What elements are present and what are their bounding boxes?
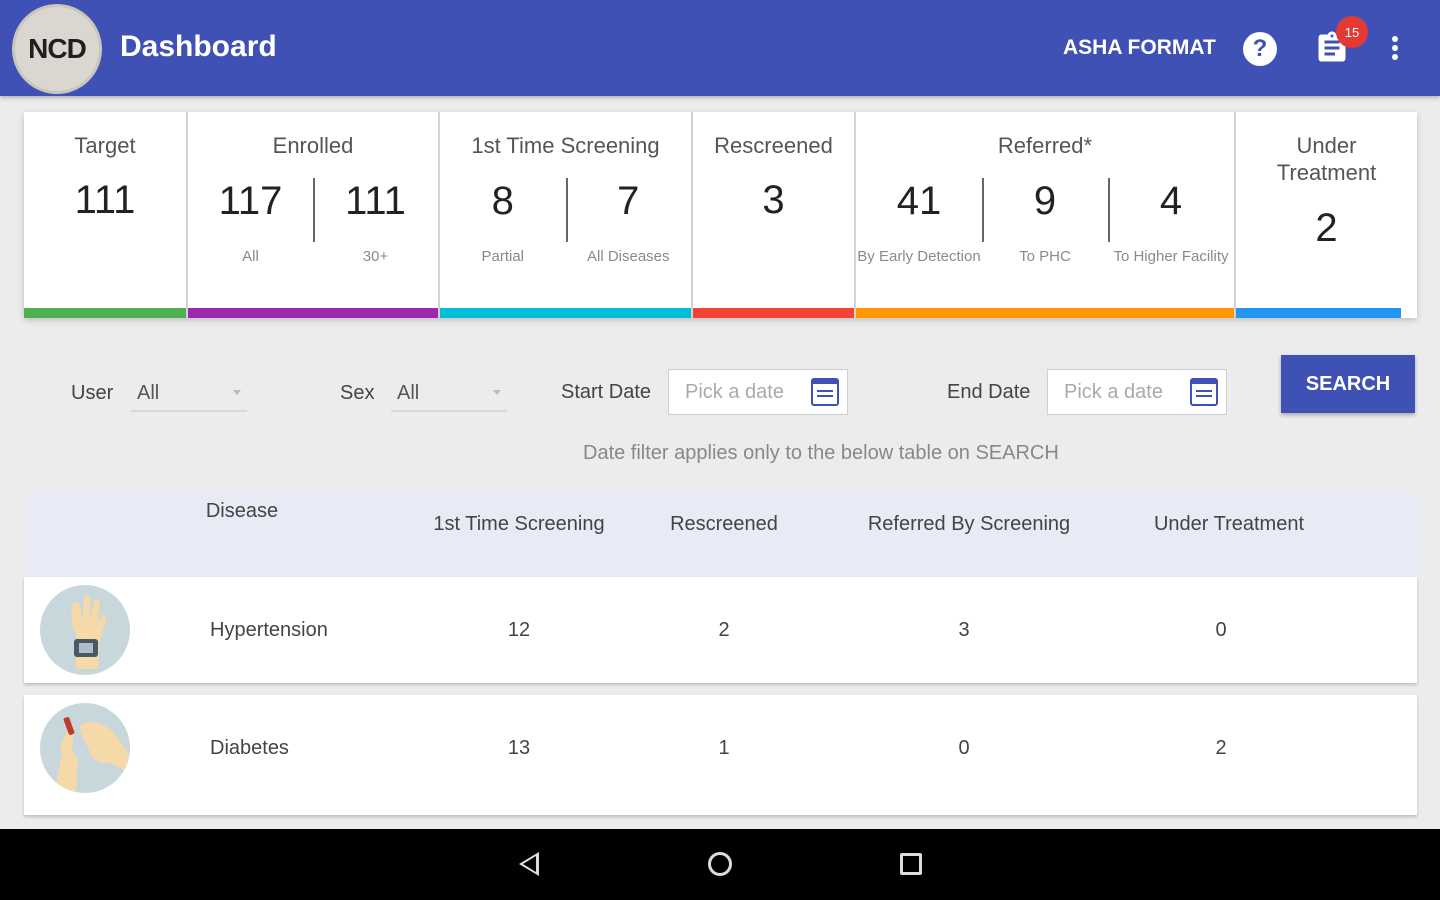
to-phc-caption: To PHC: [1019, 248, 1071, 265]
table-header: Disease 1st Time Screening Rescreened Re…: [24, 492, 1417, 577]
under-treatment-title: Under Treatment: [1276, 133, 1377, 185]
page-title: Dashboard: [120, 30, 277, 63]
enrolled-all-value: 117: [218, 179, 283, 223]
under-treatment-cell: 0: [1215, 619, 1227, 641]
sex-select-value: All: [397, 382, 420, 404]
first-screening-color-bar: [440, 308, 691, 318]
target-value: 111: [74, 178, 136, 222]
notification-badge: 15: [1336, 16, 1368, 48]
first-screening-cell: 13: [507, 737, 531, 759]
early-detection-value: 41: [896, 179, 942, 223]
start-date-placeholder: Pick a date: [685, 381, 784, 403]
rescreened-cell: 1: [718, 737, 730, 759]
disease-name: Hypertension: [210, 619, 328, 641]
enrolled-card: Enrolled 117 All 111 30+: [188, 112, 440, 318]
referred-title: Referred*: [997, 133, 1093, 158]
home-icon[interactable]: [708, 852, 732, 876]
search-button[interactable]: SEARCH: [1281, 355, 1415, 413]
end-date-placeholder: Pick a date: [1064, 381, 1163, 403]
early-detection-caption: By Early Detection: [857, 248, 981, 265]
enrolled-30plus-caption: 30+: [362, 248, 389, 265]
enrolled-all-caption: All: [242, 248, 259, 265]
to-phc-value: 9: [1033, 179, 1057, 223]
referred-cell: 0: [958, 737, 970, 759]
table-row[interactable]: Diabetes 13 1 0 2: [24, 695, 1417, 815]
rescreened-title: Rescreened: [714, 133, 833, 158]
summary-panel: Target 111 Enrolled 117 All 111 30+ 1st Ti…: [24, 112, 1417, 318]
first-screening-cell: 12: [507, 619, 531, 641]
blood-pressure-wrist-icon: [40, 585, 130, 675]
rescreened-card: Rescreened 3: [693, 112, 856, 318]
user-select[interactable]: All: [131, 374, 247, 412]
date-filter-hint: Date filter applies only to the below ta…: [583, 442, 1059, 464]
under-treatment-cell: 2: [1215, 737, 1227, 759]
asha-format-button[interactable]: ASHA FORMAT: [1063, 36, 1216, 60]
dropdown-arrow-icon: [493, 390, 501, 395]
sex-select[interactable]: All: [391, 374, 507, 412]
enrolled-title: Enrolled: [272, 133, 354, 158]
all-diseases-value: 7: [617, 179, 640, 223]
table-row[interactable]: Hypertension 12 2 3 0: [24, 577, 1417, 683]
under-treatment-card: Under Treatment 2: [1236, 112, 1417, 318]
user-label: User: [71, 382, 114, 404]
logo-text: NCD: [28, 33, 87, 64]
header-rescreened: Rescreened: [670, 513, 778, 535]
more-vert-icon[interactable]: [1384, 30, 1406, 66]
header-under-treatment: Under Treatment: [1153, 513, 1305, 535]
under-treatment-color-bar: [1236, 308, 1401, 318]
header-referred: Referred By Screening: [867, 513, 1071, 535]
higher-facility-value: 4: [1159, 179, 1183, 223]
first-screening-card: 1st Time Screening 8 Partial 7 All Disease…: [440, 112, 693, 318]
start-date-label: Start Date: [561, 381, 652, 403]
dropdown-arrow-icon: [233, 390, 241, 395]
target-title: Target: [74, 133, 136, 158]
enrolled-30plus-value: 111: [345, 179, 406, 223]
ncd-logo: NCD: [12, 4, 102, 94]
header-first-screening: 1st Time Screening: [433, 513, 605, 535]
under-treatment-value: 2: [1315, 206, 1338, 250]
header-disease: Disease: [205, 500, 279, 522]
help-icon[interactable]: ?: [1243, 32, 1277, 66]
start-date-input[interactable]: Pick a date: [668, 369, 848, 415]
end-date-input[interactable]: Pick a date: [1047, 369, 1227, 415]
partial-value: 8: [491, 179, 514, 223]
calendar-icon[interactable]: [811, 378, 839, 406]
rescreened-color-bar: [693, 308, 854, 318]
target-color-bar: [24, 308, 186, 318]
end-date-label: End Date: [947, 381, 1031, 403]
recents-icon[interactable]: [900, 853, 922, 875]
referred-card: Referred* 41 By Early Detection 9 To PHC 4…: [856, 112, 1236, 318]
all-diseases-caption: All Diseases: [586, 248, 670, 265]
target-card: Target 111: [24, 112, 188, 318]
referred-cell: 3: [958, 619, 970, 641]
partial-caption: Partial: [481, 248, 525, 265]
calendar-icon[interactable]: [1190, 378, 1218, 406]
finger-prick-icon: [40, 703, 130, 793]
rescreened-value: 3: [762, 178, 785, 222]
enrolled-color-bar: [188, 308, 438, 318]
disease-name: Diabetes: [210, 737, 289, 759]
rescreened-cell: 2: [718, 619, 730, 641]
sex-label: Sex: [340, 382, 375, 404]
higher-facility-caption: To Higher Facility: [1113, 248, 1229, 265]
app-bar: NCD Dashboard ASHA FORMAT ? 15: [0, 0, 1440, 96]
referred-color-bar: [856, 308, 1234, 318]
user-select-value: All: [137, 382, 160, 404]
first-screening-title: 1st Time Screening: [471, 133, 660, 158]
back-icon[interactable]: [519, 852, 539, 876]
